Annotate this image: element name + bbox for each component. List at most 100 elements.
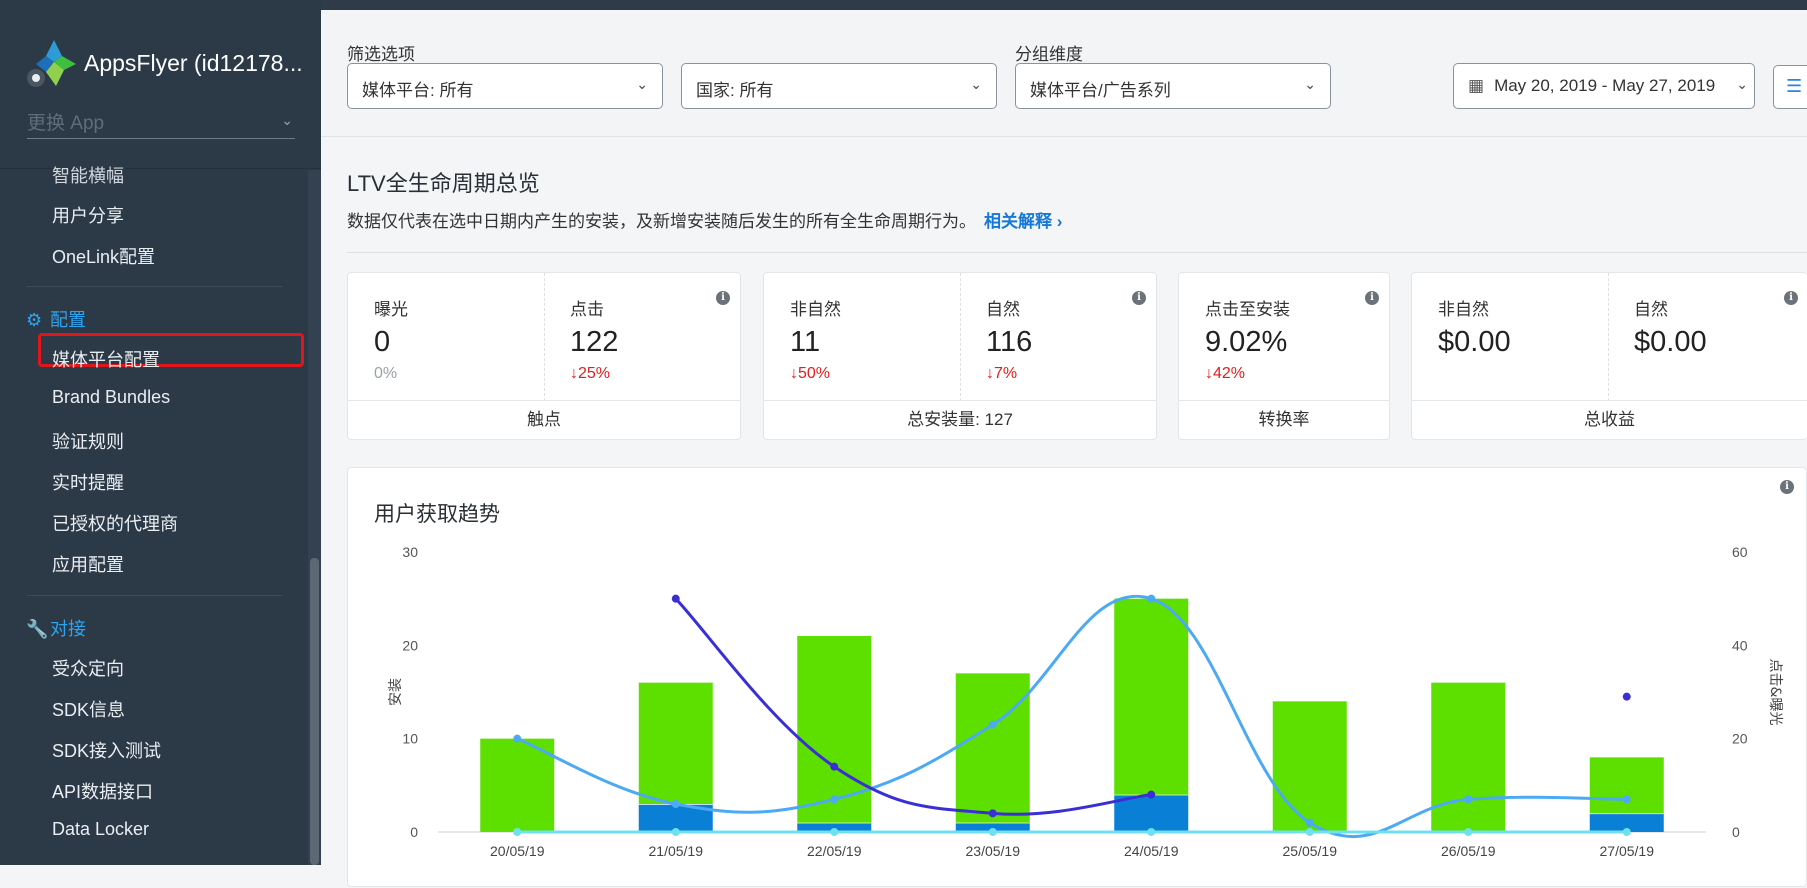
y-tick-label: 0 <box>410 824 418 840</box>
line-point-series4-6 <box>1464 828 1473 836</box>
sidebar-item-live-alerts[interactable]: 实时提醒 <box>52 469 124 495</box>
wrench-icon: 🔧 <box>26 619 49 639</box>
y-tick-label: 20 <box>402 637 418 653</box>
sidebar-item-user-invite[interactable]: 用户分享 <box>52 202 124 228</box>
x-tick-label: 24/05/19 <box>1124 843 1179 859</box>
organic-installs-metric: 自然 116 ↓7% <box>986 300 1033 382</box>
line-point-series2-2 <box>830 795 839 804</box>
sidebar-item-brand-bundles[interactable]: Brand Bundles <box>52 387 170 408</box>
sidebar-item-audiences[interactable]: 受众定向 <box>52 655 124 681</box>
nonorganic-installs-metric: 非自然 11 ↓50% <box>790 300 841 382</box>
click-to-install-metric: 点击至安装 9.02% ↓42% <box>1205 300 1290 382</box>
x-tick-label: 22/05/19 <box>807 843 862 859</box>
filter-label: 筛选选项 <box>347 45 415 64</box>
line-point-series2-0 <box>513 734 522 743</box>
line-point-series4-4 <box>1147 828 1156 836</box>
line-point-series4-3 <box>988 828 997 836</box>
info-icon[interactable]: i <box>1784 291 1798 305</box>
app-logo-icon <box>27 40 76 87</box>
sidebar-item-onelink[interactable]: OneLink配置 <box>52 243 155 269</box>
card-divider <box>544 273 545 401</box>
chevron-down-icon: ⌄ <box>1304 76 1316 92</box>
y2-axis-label: 点击&曝光 <box>1767 659 1783 726</box>
y-tick-label: 30 <box>402 544 418 560</box>
country-select[interactable]: 国家: 所有 ⌄ <box>681 63 997 109</box>
line-point-series2-3 <box>988 720 997 729</box>
line-point-series2-5 <box>1305 818 1314 827</box>
y2-tick-label: 40 <box>1732 637 1748 653</box>
filter-settings-button[interactable]: ☰ <box>1773 65 1807 109</box>
sidebar-item-data-locker[interactable]: Data Locker <box>52 819 149 840</box>
sidebar-item-agencies[interactable]: 已授权的代理商 <box>52 510 178 536</box>
sidebar-item-api[interactable]: API数据接口 <box>52 778 153 804</box>
line-point-series4-0 <box>513 828 522 836</box>
chevron-down-icon: ⌄ <box>970 76 982 92</box>
explanation-link[interactable]: 相关解释 › <box>984 212 1062 231</box>
chevron-down-icon: ⌄ <box>1736 76 1748 92</box>
line-point-series2-7 <box>1622 795 1631 804</box>
card-footer: 转换率 <box>1179 400 1389 439</box>
filter-bar: 筛选选项 媒体平台: 所有 ⌄ 国家: 所有 ⌄ 分组维度 媒体平台/广告系列 … <box>321 10 1807 137</box>
card-footer: 总安装量: 127 <box>764 400 1156 439</box>
revenue-card: i 非自然 $0.00 自然 $0.00 总收益 <box>1411 272 1807 440</box>
bar-series1-1 <box>638 682 713 804</box>
line-point-series2-6 <box>1464 795 1473 804</box>
line-point-series2-4 <box>1147 594 1156 603</box>
y2-tick-label: 60 <box>1732 544 1748 560</box>
line-point-series4-7 <box>1622 828 1631 836</box>
info-icon[interactable]: i <box>1365 291 1379 305</box>
conversion-card: i 点击至安装 9.02% ↓42% 转换率 <box>1178 272 1390 440</box>
group-by-select[interactable]: 媒体平台/广告系列 ⌄ <box>1015 63 1331 109</box>
y-axis-label: 安装 <box>388 678 404 706</box>
line-point-series2-1 <box>671 800 680 808</box>
nonorganic-revenue-metric: 非自然 $0.00 <box>1438 300 1511 358</box>
sidebar-separator <box>27 286 283 287</box>
line-point-series3-1 <box>671 594 680 603</box>
x-tick-label: 27/05/19 <box>1600 843 1655 859</box>
media-source-select[interactable]: 媒体平台: 所有 ⌄ <box>347 63 663 109</box>
card-footer: 触点 <box>348 400 740 439</box>
sidebar-section-integration: 🔧对接 <box>26 619 86 639</box>
sidebar-item-app-settings[interactable]: 应用配置 <box>52 551 124 577</box>
app-name[interactable]: AppsFlyer (id12178... <box>84 50 303 77</box>
gear-icon: ⚙ <box>26 310 43 330</box>
line-point-series4-2 <box>830 828 839 836</box>
page-title: LTV全生命周期总览 <box>347 171 540 196</box>
sidebar-header <box>0 10 321 170</box>
group-by-label: 分组维度 <box>1015 45 1083 64</box>
sidebar-item-smart-banner[interactable]: 智能横幅 <box>52 162 124 188</box>
bar-series1-4 <box>1114 598 1189 795</box>
x-tick-label: 26/05/19 <box>1441 843 1496 859</box>
x-tick-label: 23/05/19 <box>966 843 1021 859</box>
sidebar-item-sdk-test[interactable]: SDK接入测试 <box>52 737 161 763</box>
line-point-series4-1 <box>671 828 680 836</box>
sidebar-item-media-source-config[interactable]: 媒体平台配置 <box>52 346 160 372</box>
bar-series1-3 <box>955 673 1030 823</box>
sidebar-scrollbar[interactable] <box>310 558 319 865</box>
y2-tick-label: 20 <box>1732 731 1748 747</box>
line-point-series3-4 <box>1147 790 1156 799</box>
x-tick-label: 20/05/19 <box>490 843 545 859</box>
switch-app-select[interactable]: 更换 App ⌄ <box>27 108 295 139</box>
date-range-picker[interactable]: ▦ May 20, 2019 - May 27, 2019 ⌄ <box>1453 63 1755 109</box>
chevron-down-icon: ⌄ <box>281 112 293 128</box>
bar-series1-5 <box>1272 701 1347 832</box>
y-tick-label: 10 <box>402 731 418 747</box>
card-divider <box>1608 273 1609 401</box>
card-divider <box>960 273 961 401</box>
bar-series1-2 <box>797 636 872 823</box>
installs-card: i 非自然 11 ↓50% 自然 116 ↓7% 总安装量: 127 <box>763 272 1157 440</box>
info-icon[interactable]: i <box>716 291 730 305</box>
sidebar-item-validation-rules[interactable]: 验证规则 <box>52 428 124 454</box>
info-icon[interactable]: i <box>1132 291 1146 305</box>
acquisition-trend-chart: 0 10 20 30 0 20 40 60 安装 点击&曝光 20/05/19 21/05/19 22/… <box>388 544 1783 859</box>
bar-series1-7 <box>1589 757 1664 814</box>
x-tick-label: 21/05/19 <box>649 843 704 859</box>
sidebar-item-sdk-info[interactable]: SDK信息 <box>52 696 125 722</box>
section-divider <box>347 252 1807 253</box>
card-footer: 总收益 <box>1412 400 1807 439</box>
line-point-series3-7 <box>1622 692 1631 701</box>
y2-tick-label: 0 <box>1732 824 1740 840</box>
bar-series1-6 <box>1431 682 1506 832</box>
impressions-metric: 曝光 0 0% <box>374 300 408 382</box>
